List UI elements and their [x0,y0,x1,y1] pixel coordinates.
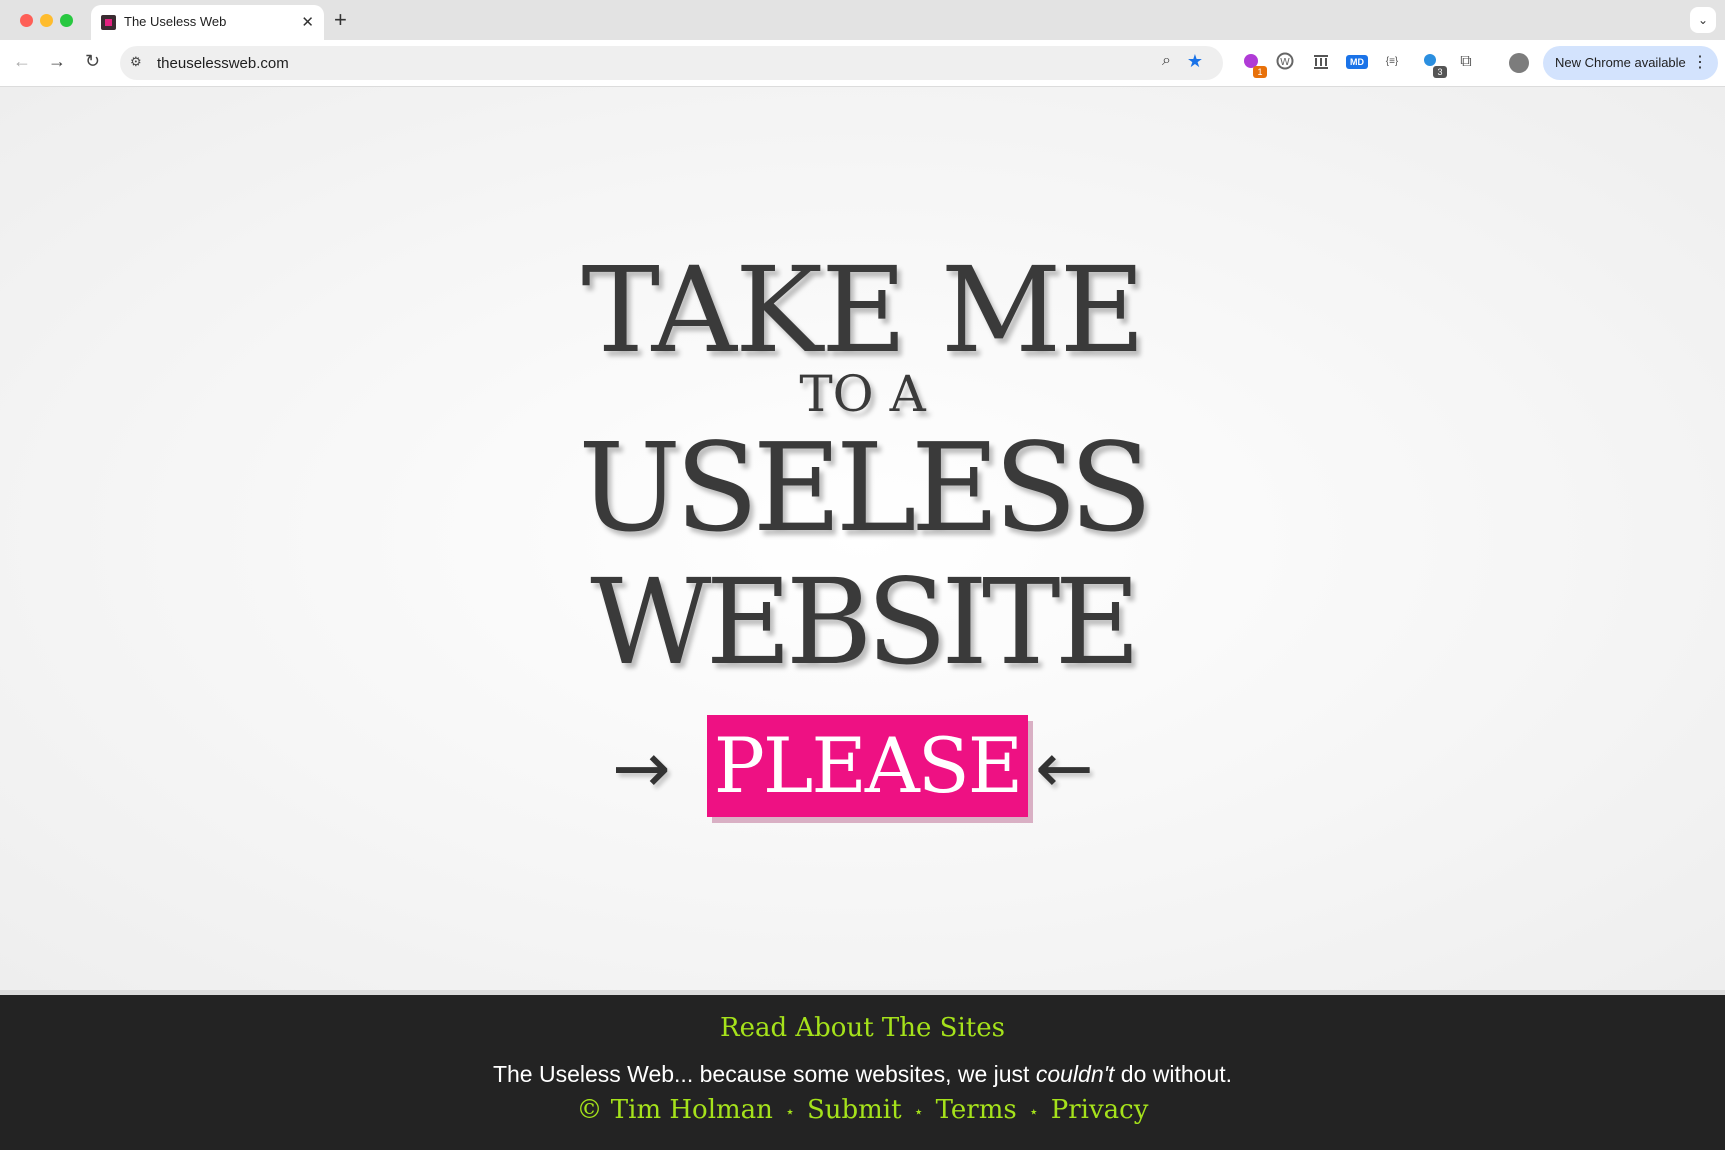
submit-link[interactable]: Submit [807,1095,902,1125]
browser-toolbar: ← → ↻ ⚙ theuselessweb.com ⌕ ★ 1 W MD {≡}… [0,40,1725,87]
tagline-start: The Useless Web... because some websites… [492,1061,1036,1087]
back-icon[interactable]: ← [13,51,31,72]
ext-1-badge: 1 [1253,66,1267,78]
forward-icon[interactable]: → [48,51,66,72]
tab-title: The Useless Web [124,14,227,29]
address-bar[interactable]: ⚙ theuselessweb.com ⌕ ★ [120,46,1223,80]
zoom-icon[interactable]: ⌕ [1162,52,1171,70]
footer-separator: ⋆ [784,1101,795,1121]
site-settings-icon[interactable]: ⚙ [130,54,142,70]
favicon-icon [101,15,116,30]
bookmark-star-icon[interactable]: ★ [1187,51,1203,72]
profile-avatar[interactable] [1509,53,1529,73]
headline-website: WEBSITE [590,553,1140,691]
tab-search-button[interactable]: ⌄ [1690,7,1716,33]
footer-links: © Tim Holman ⋆ Submit ⋆ Terms ⋆ Privacy [0,1095,1725,1125]
tagline: The Useless Web... because some websites… [0,1061,1725,1088]
ext-archive-icon[interactable] [1311,52,1331,72]
tab-active[interactable]: The Useless Web ✕ [91,5,324,40]
headline-to-a: TO A [799,365,926,423]
reload-icon[interactable]: ↻ [85,51,100,72]
footer: Read About The Sites The Useless Web... … [0,990,1725,1150]
please-button[interactable]: PLEASE [707,715,1028,817]
url-text[interactable]: theuselessweb.com [157,55,289,72]
please-row: → PLEASE ← [0,715,1725,837]
extensions-puzzle-icon[interactable]: ⧉ [1456,52,1476,72]
arrow-right-icon: → [612,727,671,809]
ext-2-badge: 3 [1433,66,1447,78]
chrome-menu-icon[interactable]: ⋮ [1692,46,1708,80]
terms-link[interactable]: Terms [936,1095,1017,1125]
tagline-emphasis: couldn't [1035,1061,1115,1087]
ext-json-icon[interactable]: {≡} [1382,52,1402,72]
update-chrome-button[interactable]: New Chrome available ⋮ [1543,46,1718,80]
ext-md-icon[interactable]: MD [1346,55,1368,69]
page-content: TAKE ME TO A USELESS WEBSITE → PLEASE ← [0,87,1725,990]
read-about-sites-link[interactable]: Read About The Sites [0,1013,1725,1043]
privacy-link[interactable]: Privacy [1051,1095,1149,1125]
copyright-link[interactable]: © Tim Holman [577,1095,773,1125]
tagline-end: do without. [1114,1061,1233,1087]
ext-1-icon[interactable]: 1 [1241,52,1267,78]
headline-take-me: TAKE ME [581,241,1145,379]
headline-useless: USELESS [578,417,1153,559]
maximize-window-button[interactable] [60,14,73,27]
svg-text:W: W [1280,57,1290,68]
tab-bar: The Useless Web ✕ + ⌄ [0,0,1725,40]
ext-wordpress-icon[interactable]: W [1275,52,1295,72]
minimize-window-button[interactable] [40,14,53,27]
footer-separator: ⋆ [1028,1101,1039,1121]
close-window-button[interactable] [20,14,33,27]
update-chrome-label: New Chrome available [1555,55,1686,70]
ext-2-icon[interactable]: 3 [1421,52,1447,78]
new-tab-button[interactable]: + [334,7,347,33]
footer-separator: ⋆ [913,1101,924,1121]
tab-close-icon[interactable]: ✕ [301,13,314,31]
arrow-left-icon: ← [1035,727,1094,809]
